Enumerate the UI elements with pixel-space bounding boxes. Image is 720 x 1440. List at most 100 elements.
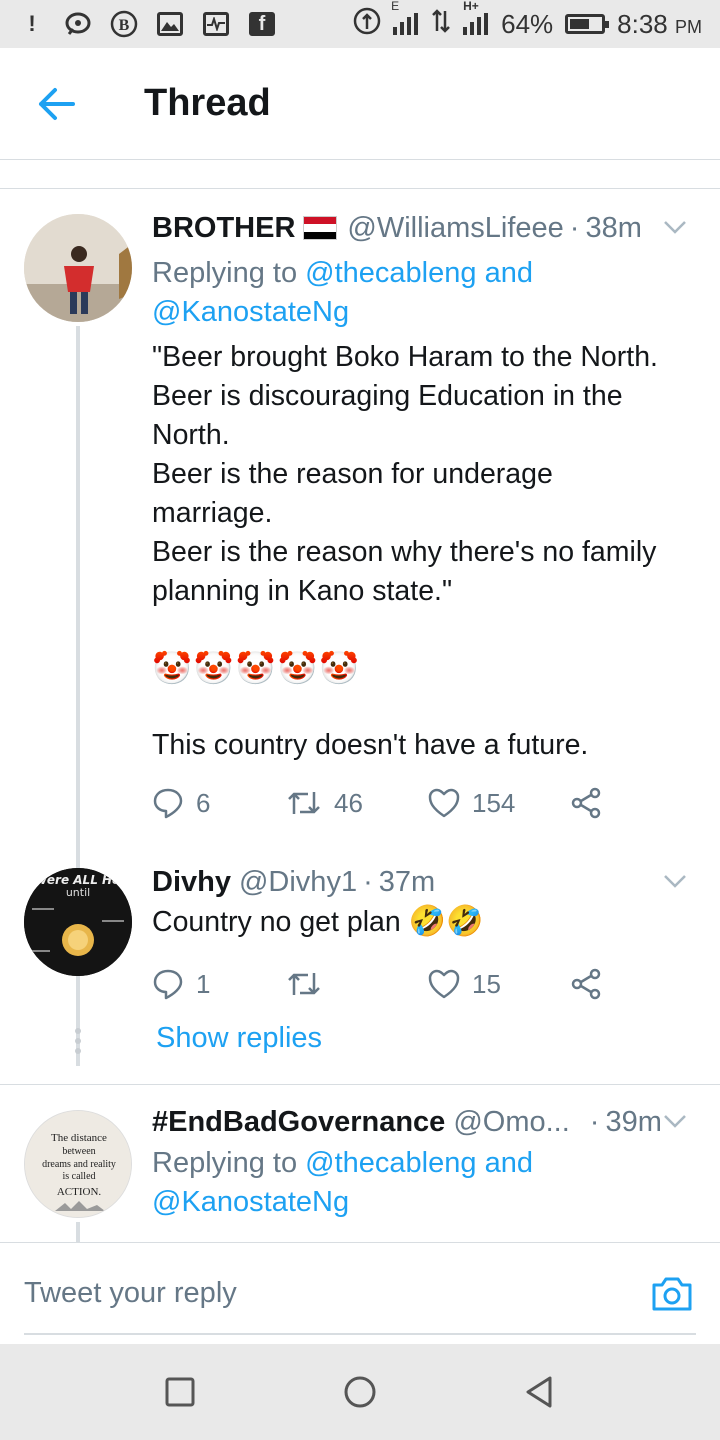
svg-text:B: B bbox=[119, 17, 130, 34]
tweet-time: 38m bbox=[585, 212, 642, 244]
tweet-text: "Beer brought Boko Haram to the North. B… bbox=[152, 341, 658, 607]
emoji-row: 🤡🤡🤡🤡🤡 bbox=[152, 650, 362, 686]
svg-text:were ALL He: were ALL He bbox=[36, 873, 120, 887]
back-nav-button[interactable] bbox=[522, 1374, 558, 1410]
like-count: 15 bbox=[472, 968, 501, 999]
svg-text:The distance: The distance bbox=[51, 1132, 107, 1144]
reply-button[interactable]: 1 bbox=[152, 968, 286, 1000]
tweet-text: Country no get plan 🤣🤣 bbox=[152, 905, 484, 938]
tweet-actions: 1 15 bbox=[152, 964, 690, 1004]
battery-icon bbox=[565, 14, 610, 34]
tweet-header: #EndBadGovernance @Omo... · 39m bbox=[152, 1104, 690, 1140]
egypt-flag-icon bbox=[303, 216, 338, 240]
tweet-text-final: This country doesn't have a future. bbox=[152, 729, 589, 761]
tweet-actions: 6 46 154 bbox=[152, 783, 690, 823]
reply-button[interactable]: 6 bbox=[152, 787, 286, 819]
data-transfer-icon bbox=[431, 8, 451, 40]
reply-input[interactable]: Tweet your reply bbox=[24, 1277, 237, 1310]
hotspot-icon bbox=[353, 7, 381, 42]
like-count: 154 bbox=[472, 787, 516, 818]
like-button[interactable]: 154 bbox=[428, 788, 570, 819]
replying-to: Replying to @thecableng and @KanostateNg bbox=[152, 1147, 533, 1218]
avatar[interactable]: The distance between dreams and reality … bbox=[24, 1110, 132, 1218]
input-underline bbox=[24, 1333, 696, 1335]
chat-bubble-icon bbox=[64, 10, 92, 38]
svg-text:between: between bbox=[62, 1146, 95, 1157]
divider bbox=[0, 188, 720, 189]
avatar[interactable]: were ALL He until bbox=[24, 868, 132, 976]
home-button[interactable] bbox=[342, 1374, 378, 1410]
author-name[interactable]: #EndBadGovernance bbox=[152, 1104, 445, 1140]
image-icon bbox=[156, 10, 184, 38]
system-nav-bar bbox=[0, 1344, 720, 1440]
arrow-left-icon bbox=[39, 87, 75, 120]
retweet-icon bbox=[288, 973, 320, 995]
mention-link[interactable]: @thecableng bbox=[305, 257, 476, 289]
recent-apps-button[interactable] bbox=[162, 1374, 198, 1410]
back-button[interactable] bbox=[0, 48, 112, 160]
show-replies-link[interactable]: Show replies bbox=[156, 1022, 322, 1055]
svg-text:is called: is called bbox=[62, 1171, 95, 1182]
meta-separator: · bbox=[589, 1106, 600, 1138]
author-name[interactable]: BROTHER bbox=[152, 210, 295, 246]
chevron-down-icon[interactable] bbox=[660, 1106, 690, 1136]
retweet-button[interactable] bbox=[286, 969, 428, 999]
author-handle[interactable]: @WilliamsLifeee bbox=[347, 210, 563, 246]
share-button[interactable] bbox=[570, 968, 602, 1000]
retweet-button[interactable]: 46 bbox=[286, 788, 428, 819]
facebook-icon: f bbox=[248, 10, 276, 38]
meta-separator: · bbox=[569, 212, 580, 244]
tweet-body: Divhy @Divhy1 · 37m Country no get plan … bbox=[152, 864, 690, 1004]
signal-icon-1: E bbox=[391, 0, 419, 35]
chevron-down-icon[interactable] bbox=[660, 866, 690, 896]
heart-icon bbox=[428, 788, 460, 818]
avatar[interactable] bbox=[24, 214, 132, 322]
tweet-time: 37m bbox=[378, 866, 436, 898]
thread-dots bbox=[74, 1028, 82, 1058]
reply-count: 1 bbox=[196, 968, 211, 999]
activity-icon bbox=[202, 10, 230, 38]
reply-composer: Tweet your reply bbox=[0, 1242, 720, 1342]
app-header: Thread bbox=[0, 48, 720, 160]
tweet-header: Divhy @Divhy1 · 37m bbox=[152, 864, 690, 900]
meta-separator: · bbox=[363, 866, 373, 898]
tweet-body: #EndBadGovernance @Omo... · 39m Replying… bbox=[152, 1104, 690, 1222]
thread-line bbox=[76, 980, 80, 1024]
system-status: E H+ 64% 8:38 PM bbox=[353, 0, 702, 42]
svg-text:ACTION.: ACTION. bbox=[57, 1186, 102, 1198]
heart-icon bbox=[428, 969, 460, 999]
battery-percent: 64% bbox=[501, 8, 554, 39]
page-title: Thread bbox=[144, 82, 271, 124]
clock: 8:38 PM bbox=[617, 8, 702, 39]
author-handle[interactable]: @Divhy1 bbox=[239, 864, 357, 900]
mention-link[interactable]: @KanostateNg bbox=[152, 296, 349, 328]
mention-link[interactable]: @KanostateNg bbox=[152, 1186, 349, 1218]
emoji-row: 🤣🤣 bbox=[408, 905, 484, 938]
reply-icon bbox=[153, 788, 183, 819]
chevron-down-icon[interactable] bbox=[660, 212, 690, 242]
b-badge-icon: B bbox=[110, 10, 138, 38]
status-bar: ! B f E H+ 64% 8:38 PM bbox=[0, 0, 720, 48]
reply-icon bbox=[153, 969, 183, 1000]
retweet-count: 46 bbox=[334, 787, 363, 818]
author-handle[interactable]: @Omo... bbox=[453, 1104, 569, 1140]
share-icon bbox=[571, 787, 601, 819]
share-icon bbox=[571, 968, 601, 1000]
tweet-header: BROTHER @WilliamsLifeee · 38m bbox=[152, 210, 690, 246]
replying-to: Replying to @thecableng and @KanostateNg bbox=[152, 257, 533, 328]
alert-icon: ! bbox=[28, 11, 36, 36]
share-button[interactable] bbox=[570, 787, 602, 819]
divider bbox=[0, 1084, 720, 1085]
tweet-time: 39m bbox=[605, 1106, 662, 1138]
signal-icon-2: H+ bbox=[463, 0, 489, 35]
svg-text:until: until bbox=[66, 886, 90, 899]
mention-link[interactable]: @thecableng bbox=[305, 1147, 476, 1179]
svg-text:dreams and reality: dreams and reality bbox=[42, 1159, 116, 1170]
author-name[interactable]: Divhy bbox=[152, 864, 231, 900]
like-button[interactable]: 15 bbox=[428, 969, 570, 1000]
retweet-icon bbox=[288, 792, 320, 814]
notification-icons: ! B f bbox=[18, 10, 276, 38]
tweet-body: BROTHER @WilliamsLifeee · 38m Replying t… bbox=[152, 210, 690, 823]
camera-icon[interactable] bbox=[650, 1273, 694, 1313]
reply-count: 6 bbox=[196, 787, 211, 818]
